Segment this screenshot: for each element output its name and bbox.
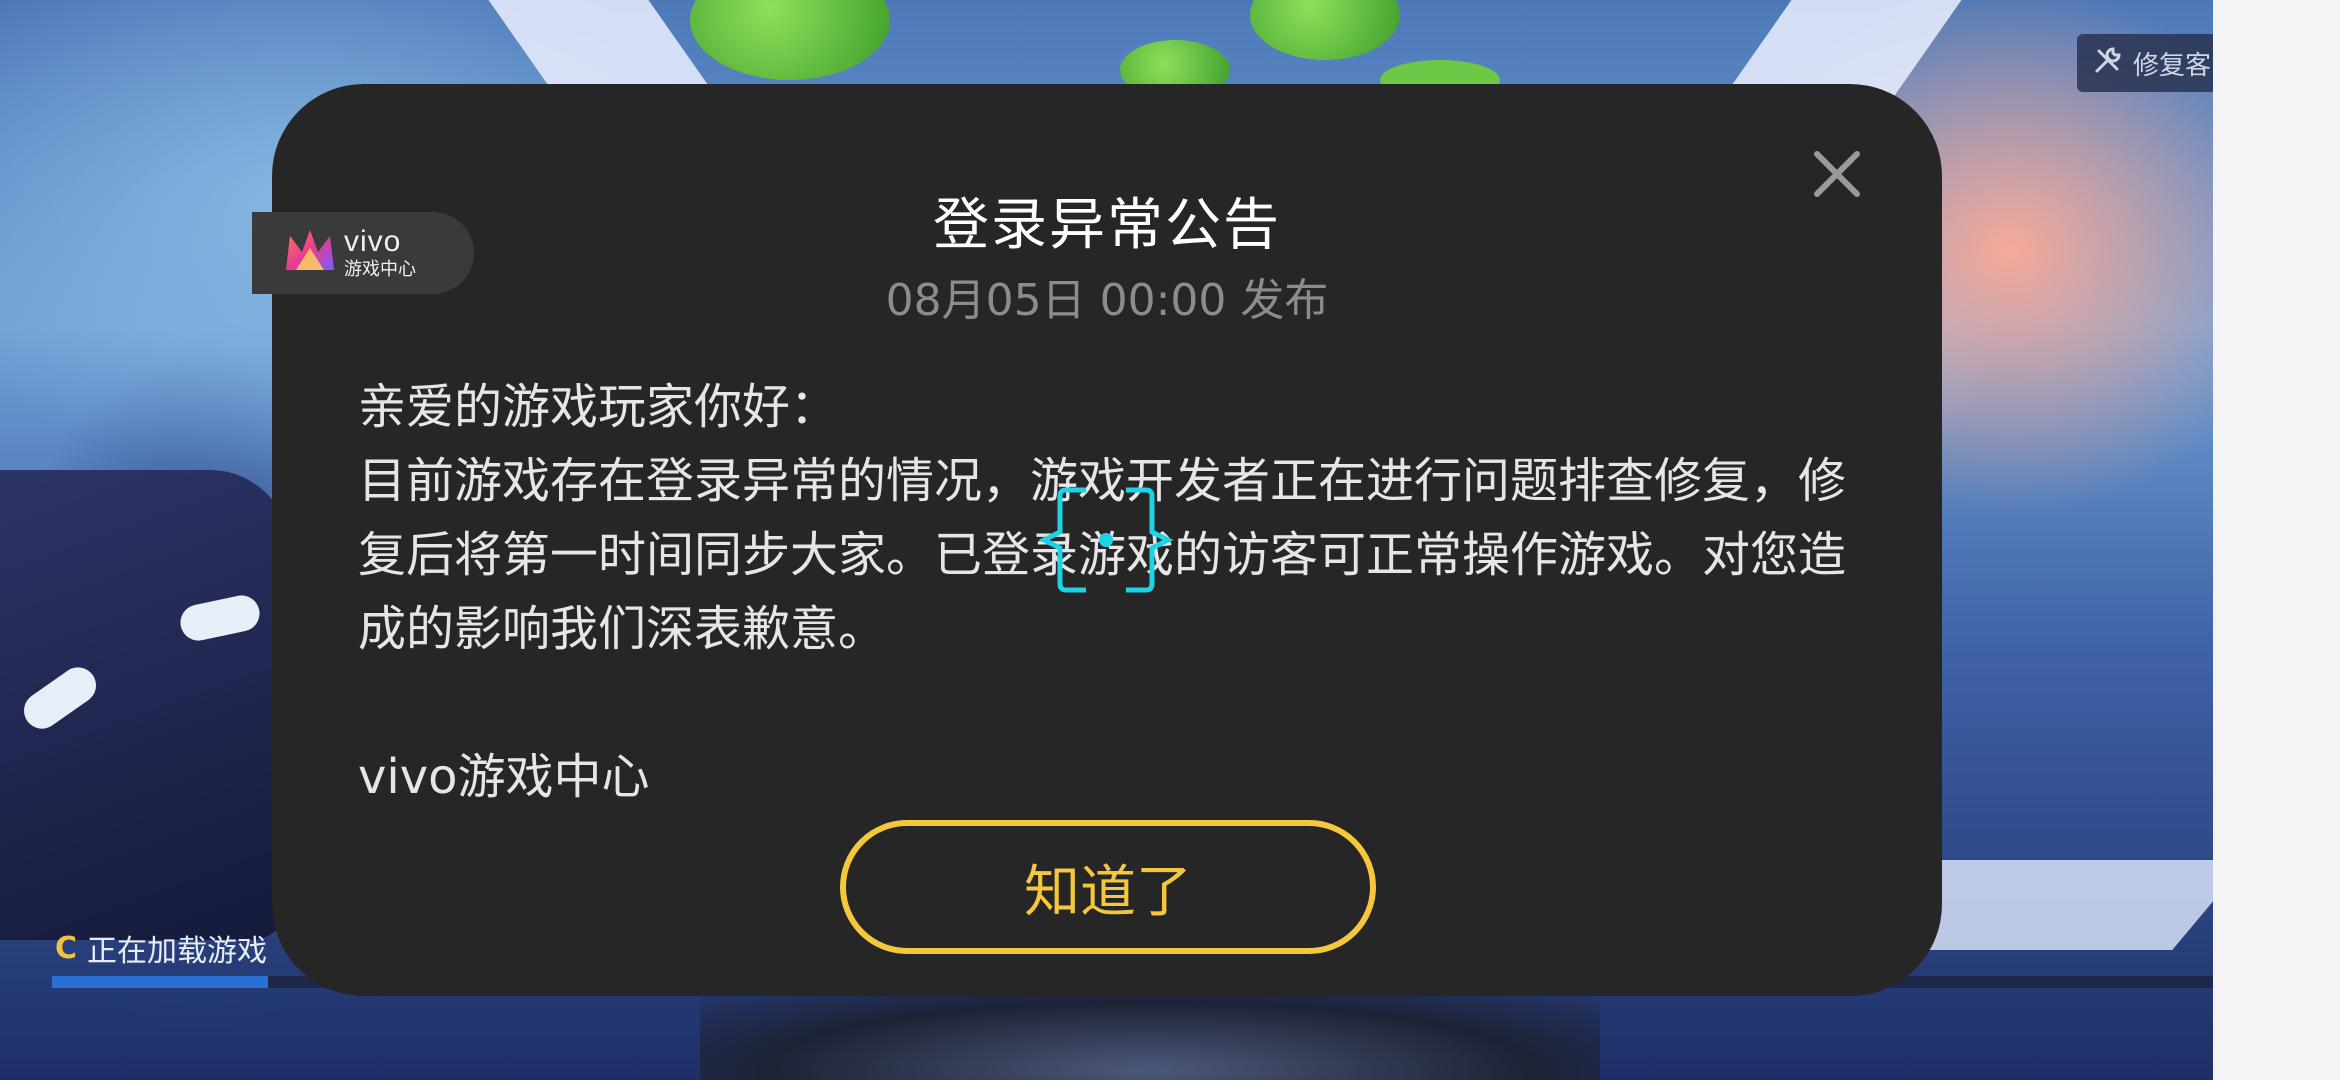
character-art [700,990,1600,1080]
tap-cursor-icon [1038,487,1174,593]
signature-text: vivo游戏中心 [358,749,650,805]
greeting-text: 亲爱的游戏玩家你好： [358,379,839,435]
repair-button[interactable]: 修复客 [2077,34,2213,92]
acknowledge-button[interactable]: 知道了 [840,820,1376,954]
loading-progress-fill [52,976,269,988]
wrench-icon [2093,45,2123,82]
screen-edge [2213,0,2340,1080]
publish-time: 08月05日 00:00 发布 [885,275,1329,326]
frog-character [690,0,890,80]
dialog-title: 登录异常公告 [933,193,1281,258]
loading-spinner-icon: C [55,930,78,966]
loading-status: C 正在加载游戏 [55,926,267,970]
repair-label: 修复客 [2133,50,2212,81]
frog-character [1250,0,1400,60]
loading-text: 正在加载游戏 [87,934,268,969]
